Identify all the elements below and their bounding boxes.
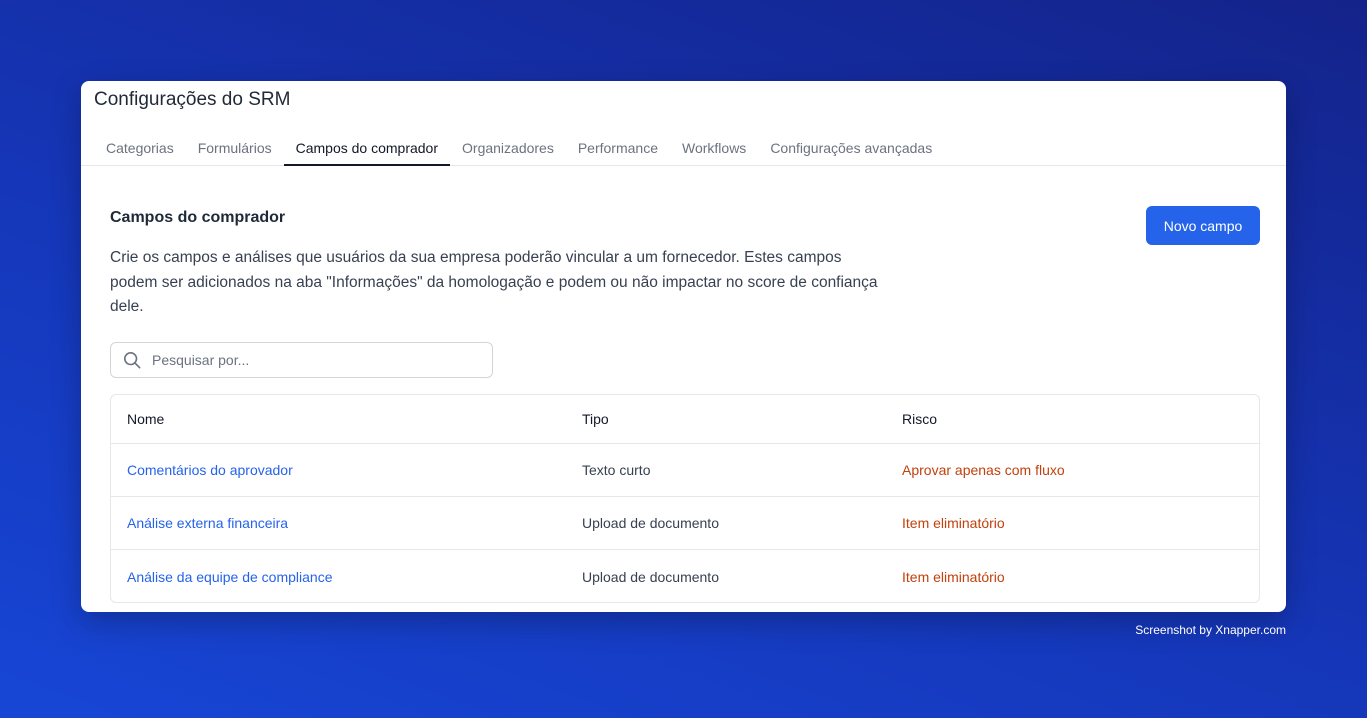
tab-categorias[interactable]: Categorias: [94, 127, 186, 166]
page-title: Configurações do SRM: [94, 89, 291, 110]
tab-organizadores[interactable]: Organizadores: [450, 127, 566, 166]
column-header-tipo: Tipo: [582, 411, 609, 427]
field-type: Texto curto: [582, 462, 651, 478]
search-box[interactable]: [110, 342, 493, 378]
watermark: Screenshot by Xnapper.com: [1135, 623, 1286, 637]
table-row: Análise da equipe de compliance Upload d…: [111, 550, 1259, 602]
field-name-link[interactable]: Análise externa financeira: [127, 515, 288, 531]
fields-table: Nome Tipo Risco Comentários do aprovador…: [110, 394, 1260, 603]
search-icon: [122, 350, 142, 370]
tab-configuracoes-avancadas[interactable]: Configurações avançadas: [758, 127, 944, 166]
section-description: Crie os campos e análises que usuários d…: [110, 249, 878, 315]
field-risk: Aprovar apenas com fluxo: [902, 462, 1065, 478]
field-risk: Item eliminatório: [902, 568, 1005, 585]
column-header-nome: Nome: [127, 411, 165, 427]
field-name-link[interactable]: Comentários do aprovador: [127, 462, 293, 478]
column-header-risco: Risco: [902, 411, 938, 427]
tab-bar: Categorias Formulários Campos do comprad…: [81, 127, 1286, 166]
tab-campos-do-comprador[interactable]: Campos do comprador: [283, 127, 451, 166]
field-type: Upload de documento: [582, 568, 719, 585]
table-row: Comentários do aprovador Texto curto Apr…: [111, 444, 1259, 497]
new-field-button[interactable]: Novo campo: [1146, 206, 1260, 245]
table-row: Análise externa financeira Upload de doc…: [111, 497, 1259, 550]
table-header: Nome Tipo Risco: [111, 395, 1259, 444]
settings-card: Configurações do SRM Categorias Formulár…: [81, 81, 1286, 612]
field-risk: Item eliminatório: [902, 515, 1005, 531]
field-name-link[interactable]: Análise da equipe de compliance: [127, 569, 332, 585]
search-input[interactable]: [152, 352, 472, 368]
tab-workflows[interactable]: Workflows: [670, 127, 758, 166]
field-type: Upload de documento: [582, 515, 719, 531]
section-title: Campos do comprador: [110, 209, 286, 226]
tab-performance[interactable]: Performance: [566, 127, 670, 166]
tab-formularios[interactable]: Formulários: [186, 127, 284, 166]
